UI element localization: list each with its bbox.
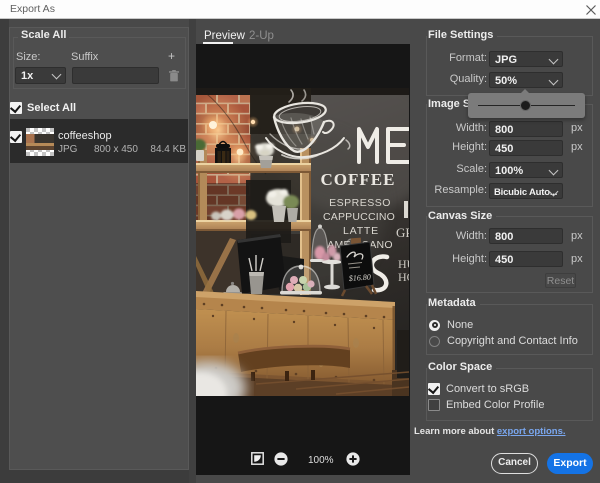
svg-text:HU: HU	[398, 257, 409, 271]
svg-text:ESPRESSO: ESPRESSO	[329, 197, 391, 209]
svg-text:LATTE: LATTE	[343, 225, 379, 237]
svg-text:$16.80: $16.80	[349, 272, 372, 283]
svg-text:HOT: HOT	[398, 270, 409, 284]
svg-text:COFFEE: COFFEE	[321, 170, 396, 189]
svg-text:GR: GR	[396, 225, 409, 240]
svg-text:CAPPUCCINO: CAPPUCCINO	[323, 211, 395, 223]
